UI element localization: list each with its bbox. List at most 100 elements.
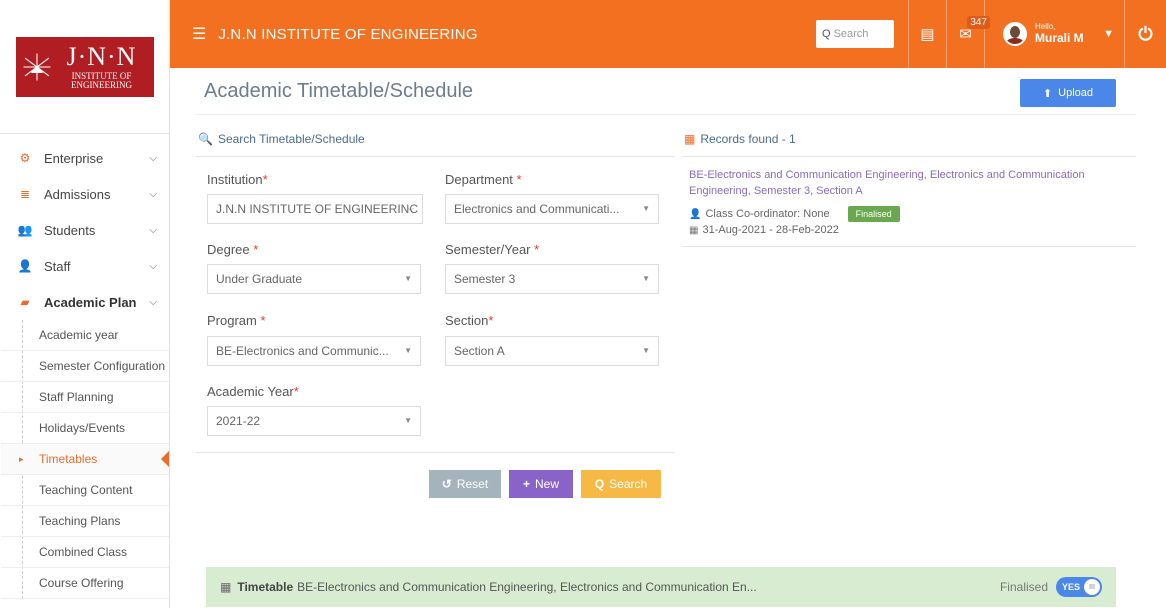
list-view-button[interactable]: ▤ (908, 0, 946, 68)
degree-value: Under Graduate (216, 272, 303, 286)
form-divider (196, 452, 674, 453)
logo-wordmark: J·N·N (66, 41, 137, 71)
app-title: J.N.N INSTITUTE OF ENGINEERING (218, 25, 478, 43)
record-divider (682, 246, 1136, 247)
user-menu[interactable]: Hello, Murali M ▼ (984, 0, 1124, 68)
search-placeholder: Search (833, 28, 869, 40)
sidebar-item-staff[interactable]: 👤 Staff ⌵ (0, 248, 169, 284)
page-title: Academic Timetable/Schedule (204, 80, 474, 102)
calendar-icon: ▦ (684, 132, 696, 146)
logout-button[interactable]: ⏻ (1124, 0, 1166, 68)
reset-label: Reset (456, 477, 489, 491)
sidebar-nav: ⚙ Enterprise ⌵ ≣ Admissions ⌵ 👥 Students… (0, 134, 169, 599)
submenu-item-timetables[interactable]: Timetables (1, 444, 169, 475)
department-select[interactable]: Electronics and Communicati... ▼ (445, 194, 659, 224)
academic-year-value: 2021-22 (216, 414, 261, 428)
toggle-knob: III (1084, 579, 1100, 595)
semester-select[interactable]: Semester 3 ▼ (445, 264, 659, 294)
finalised-toggle[interactable]: YES III (1056, 577, 1102, 597)
sidebar-item-label: Staff (44, 258, 71, 274)
messages-button[interactable]: ✉ 347 (946, 0, 990, 68)
search-panel-title: Search Timetable/Schedule (217, 132, 365, 146)
hamburger-menu-icon[interactable]: ☰ (192, 24, 206, 44)
caret-down-icon: ▼ (642, 274, 650, 283)
record-dates-row: ▦ 31-Aug-2021 - 28-Feb-2022 (689, 224, 839, 236)
chevron-down-icon: ⌵ (149, 224, 157, 236)
academic-year-select[interactable]: 2021-22 ▼ (207, 406, 421, 436)
power-icon: ⏻ (1138, 23, 1153, 44)
search-panel-divider (196, 156, 674, 157)
submenu-item-academic-year[interactable]: Academic year (1, 320, 169, 351)
toggle-label: YES (1062, 582, 1081, 592)
search-icon: Q (594, 477, 605, 491)
logo-area: J·N·N INSTITUTE OF ENGINEERING (0, 0, 169, 134)
degree-label: Degree * (207, 242, 259, 257)
submenu-item-staff-planning[interactable]: Staff Planning (1, 382, 169, 413)
users-icon: 👥 (17, 223, 33, 237)
upload-icon: ⬆ (1042, 87, 1053, 100)
records-divider (682, 156, 1136, 157)
chevron-down-icon: ⌵ (149, 152, 157, 164)
server-icon: ▤ (920, 26, 935, 43)
sidebar: J·N·N INSTITUTE OF ENGINEERING ⚙ Enterpr… (0, 0, 170, 608)
institute-logo[interactable]: J·N·N INSTITUTE OF ENGINEERING (15, 36, 154, 97)
submenu-item-semester-configuration[interactable]: Semester Configuration (1, 351, 169, 382)
academic-year-label: Academic Year* (207, 384, 299, 399)
record-title-link[interactable]: BE-Electronics and Communication Enginee… (689, 167, 1119, 199)
section-select[interactable]: Section A ▼ (445, 336, 659, 366)
caret-down-icon: ▼ (404, 416, 412, 425)
submenu-item-teaching-plans[interactable]: Teaching Plans (1, 506, 169, 537)
program-value: BE-Electronics and Communic... (216, 344, 389, 358)
reset-button[interactable]: ↺ Reset (429, 470, 501, 498)
institution-label: Institution* (207, 172, 268, 187)
timetable-summary: BE-Electronics and Communication Enginee… (297, 580, 757, 594)
timetable-summary-bar: ▦ Timetable BE-Electronics and Communica… (206, 567, 1116, 607)
chevron-down-icon: ⌵ (407, 204, 414, 213)
user-icon: 👤 (689, 208, 702, 220)
department-value: Electronics and Communicati... (454, 202, 620, 216)
caret-down-icon: ▼ (404, 346, 412, 355)
sidebar-item-admissions[interactable]: ≣ Admissions ⌵ (0, 176, 169, 212)
section-label: Section* (445, 313, 494, 328)
calendar-icon: ▦ (689, 224, 699, 236)
institution-value: J.N.N INSTITUTE OF ENGINEERINC (216, 202, 419, 216)
semester-label: Semester/Year * (445, 242, 540, 257)
user-name: Murali M (1035, 30, 1084, 45)
search-button[interactable]: Q Search (581, 470, 661, 498)
plus-icon: + (522, 477, 530, 491)
submenu-item-combined-class[interactable]: Combined Class (1, 537, 169, 568)
book-icon: ▰ (20, 295, 30, 309)
new-button[interactable]: + New (509, 470, 573, 498)
logo-subtitle: INSTITUTE OF ENGINEERING (70, 70, 132, 90)
global-search[interactable]: Q Search (816, 20, 894, 48)
sidebar-item-enterprise[interactable]: ⚙ Enterprise ⌵ (0, 140, 169, 176)
institution-select[interactable]: J.N.N INSTITUTE OF ENGINEERINC ⌵ (207, 194, 423, 224)
records-heading: ▦ Records found - 1 (684, 132, 796, 146)
finalised-label: Finalised (999, 580, 1048, 594)
chevron-down-icon: ⌵ (149, 260, 157, 272)
new-label: New (535, 477, 560, 491)
sidebar-item-label: Enterprise (44, 150, 104, 166)
top-bar: ☰ J.N.N INSTITUTE OF ENGINEERING Q Searc… (170, 0, 1166, 68)
undo-icon: ↺ (441, 477, 452, 491)
logo-emblem-icon (22, 53, 50, 80)
sidebar-item-students[interactable]: 👥 Students ⌵ (0, 212, 169, 248)
search-panel-heading: 🔍 Search Timetable/Schedule (198, 132, 365, 146)
caret-down-icon[interactable]: ▼ (1103, 28, 1114, 40)
title-divider (196, 114, 1136, 115)
logo-text: J·N·N INSTITUTE OF ENGINEERING (55, 41, 147, 90)
submenu-item-course-offering[interactable]: Course Offering (1, 568, 169, 599)
degree-select[interactable]: Under Graduate ▼ (207, 264, 421, 294)
sidebar-item-label: Students (44, 222, 96, 238)
sidebar-item-label: Admissions (44, 186, 111, 202)
sidebar-item-academic-plan[interactable]: ▰ Academic Plan ⌵ (0, 284, 169, 320)
submenu-item-holidays-events[interactable]: Holidays/Events (1, 413, 169, 444)
list-icon: ≣ (19, 187, 31, 201)
user-icon: 👤 (17, 259, 33, 273)
upload-button[interactable]: ⬆ Upload (1020, 79, 1116, 107)
program-label: Program * (207, 313, 266, 328)
submenu-item-teaching-content[interactable]: Teaching Content (1, 475, 169, 506)
search-icon: Q (822, 28, 831, 40)
caret-down-icon: ▼ (642, 204, 650, 213)
program-select[interactable]: BE-Electronics and Communic... ▼ (207, 336, 421, 366)
